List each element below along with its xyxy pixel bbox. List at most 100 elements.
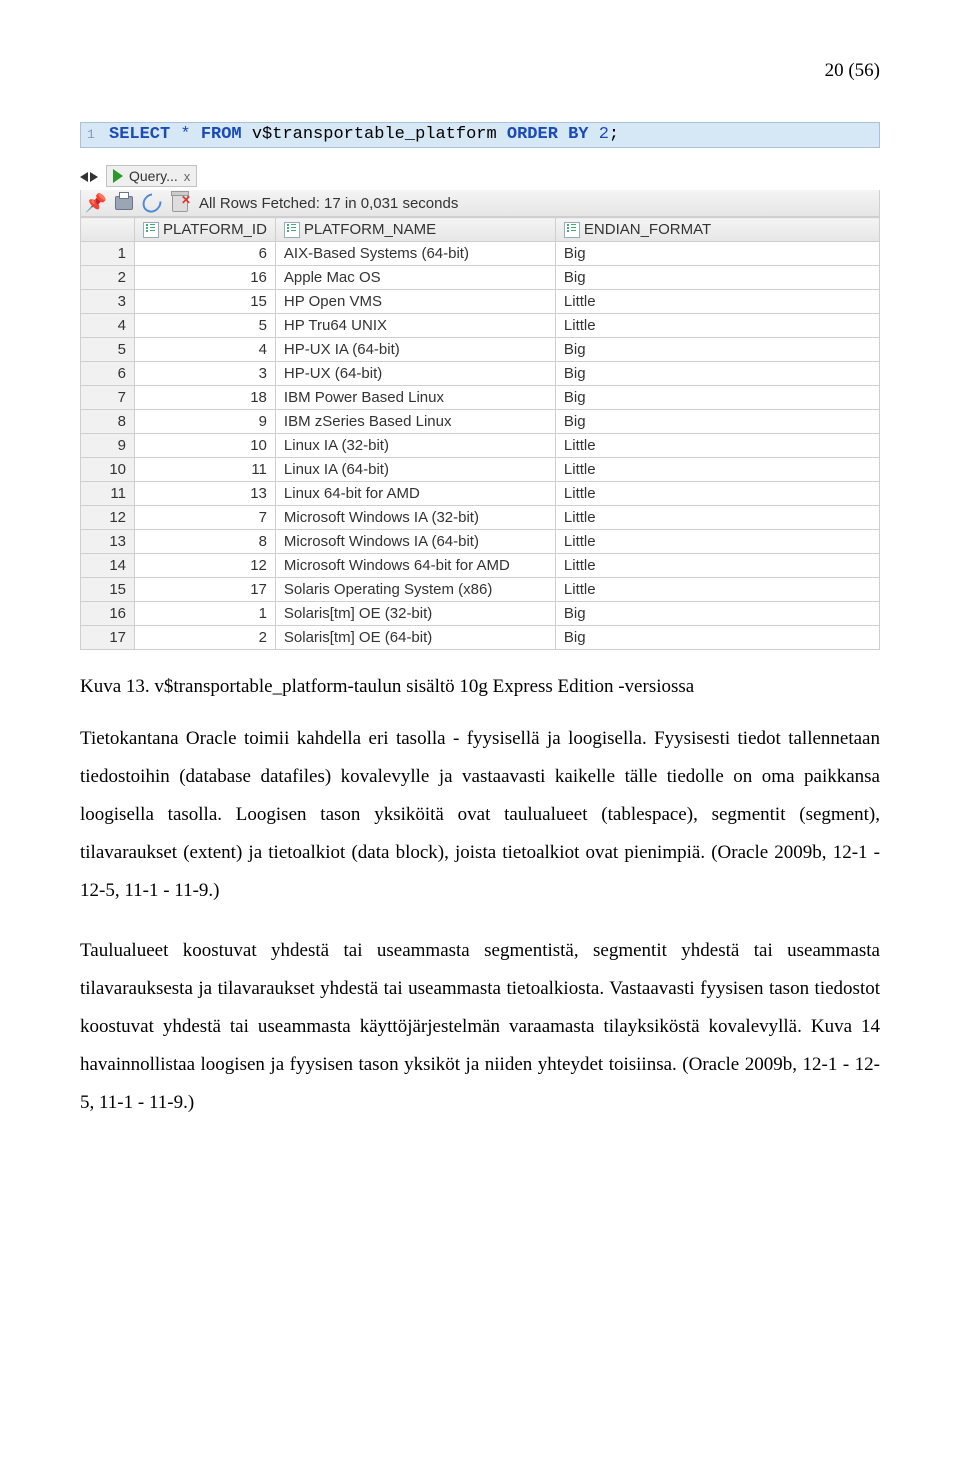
sql-number: 2 xyxy=(599,125,609,144)
cell-platform-id: 4 xyxy=(135,338,276,362)
table-row[interactable]: 1412Microsoft Windows 64-bit for AMDLitt… xyxy=(81,554,880,578)
results-table: PLATFORM_ID PLATFORM_NAME ENDIAN_FORMAT … xyxy=(80,217,880,650)
col-label: PLATFORM_NAME xyxy=(304,221,436,238)
table-header-row: PLATFORM_ID PLATFORM_NAME ENDIAN_FORMAT xyxy=(81,218,880,242)
cell-platform-name: AIX-Based Systems (64-bit) xyxy=(275,242,555,266)
table-row[interactable]: 315HP Open VMSLittle xyxy=(81,290,880,314)
close-icon[interactable]: x xyxy=(184,169,191,184)
cell-endian-format: Big xyxy=(555,362,879,386)
table-row[interactable]: 1011Linux IA (64-bit)Little xyxy=(81,458,880,482)
table-row[interactable]: 45HP Tru64 UNIXLittle xyxy=(81,314,880,338)
tab-label: Query... xyxy=(129,168,178,184)
sql-editor[interactable]: 1 SELECT * FROM v$transportable_platform… xyxy=(80,122,880,148)
table-row[interactable]: 1113Linux 64-bit for AMDLittle xyxy=(81,482,880,506)
clear-icon[interactable] xyxy=(171,194,189,212)
table-row[interactable]: 138Microsoft Windows IA (64-bit)Little xyxy=(81,530,880,554)
cell-rownum: 6 xyxy=(81,362,135,386)
col-label: ENDIAN_FORMAT xyxy=(584,221,711,238)
table-row[interactable]: 54HP-UX IA (64-bit)Big xyxy=(81,338,880,362)
cell-endian-format: Little xyxy=(555,434,879,458)
cell-platform-name: HP Tru64 UNIX xyxy=(275,314,555,338)
cell-rownum: 13 xyxy=(81,530,135,554)
table-row[interactable]: 172Solaris[tm] OE (64-bit)Big xyxy=(81,626,880,650)
cell-platform-id: 5 xyxy=(135,314,276,338)
table-row[interactable]: 127Microsoft Windows IA (32-bit)Little xyxy=(81,506,880,530)
cell-platform-id: 3 xyxy=(135,362,276,386)
cell-rownum: 16 xyxy=(81,602,135,626)
sort-icon xyxy=(564,222,580,238)
cell-rownum: 14 xyxy=(81,554,135,578)
status-text: All Rows Fetched: 17 in 0,031 seconds xyxy=(199,195,458,212)
cell-rownum: 5 xyxy=(81,338,135,362)
cell-platform-id: 1 xyxy=(135,602,276,626)
col-endian-format[interactable]: ENDIAN_FORMAT xyxy=(555,218,879,242)
refresh-icon[interactable] xyxy=(143,194,161,212)
cell-rownum: 9 xyxy=(81,434,135,458)
sql-semicolon: ; xyxy=(609,125,619,144)
cell-platform-id: 17 xyxy=(135,578,276,602)
cell-endian-format: Little xyxy=(555,290,879,314)
table-row[interactable]: 89IBM zSeries Based LinuxBig xyxy=(81,410,880,434)
cell-platform-id: 13 xyxy=(135,482,276,506)
cell-endian-format: Big xyxy=(555,602,879,626)
cell-rownum: 7 xyxy=(81,386,135,410)
sql-table: v$transportable_platform xyxy=(252,125,497,144)
cell-rownum: 1 xyxy=(81,242,135,266)
sql-star: * xyxy=(180,125,190,144)
cell-platform-name: Linux 64-bit for AMD xyxy=(275,482,555,506)
cell-platform-name: Microsoft Windows IA (32-bit) xyxy=(275,506,555,530)
tab-query[interactable]: Query... x xyxy=(106,165,197,187)
cell-platform-id: 8 xyxy=(135,530,276,554)
sql-keyword-by: BY xyxy=(568,125,588,144)
cell-platform-name: Apple Mac OS xyxy=(275,266,555,290)
pin-icon[interactable]: 📌 xyxy=(87,194,105,212)
cell-platform-name: Linux IA (32-bit) xyxy=(275,434,555,458)
cell-endian-format: Little xyxy=(555,530,879,554)
cell-platform-name: Microsoft Windows IA (64-bit) xyxy=(275,530,555,554)
gutter-arrows-icon xyxy=(80,170,100,182)
table-row[interactable]: 910Linux IA (32-bit)Little xyxy=(81,434,880,458)
col-platform-id[interactable]: PLATFORM_ID xyxy=(135,218,276,242)
cell-rownum: 12 xyxy=(81,506,135,530)
cell-rownum: 3 xyxy=(81,290,135,314)
cell-endian-format: Big xyxy=(555,242,879,266)
cell-platform-id: 15 xyxy=(135,290,276,314)
col-rownum[interactable] xyxy=(81,218,135,242)
cell-platform-name: Solaris[tm] OE (64-bit) xyxy=(275,626,555,650)
col-label: PLATFORM_ID xyxy=(163,221,267,238)
cell-rownum: 8 xyxy=(81,410,135,434)
cell-rownum: 17 xyxy=(81,626,135,650)
sql-keyword-select: SELECT xyxy=(109,125,170,144)
table-row[interactable]: 718IBM Power Based LinuxBig xyxy=(81,386,880,410)
print-icon[interactable] xyxy=(115,194,133,212)
cell-platform-id: 16 xyxy=(135,266,276,290)
table-row[interactable]: 16AIX-Based Systems (64-bit)Big xyxy=(81,242,880,266)
table-row[interactable]: 1517Solaris Operating System (x86)Little xyxy=(81,578,880,602)
cell-platform-name: Linux IA (64-bit) xyxy=(275,458,555,482)
cell-platform-id: 6 xyxy=(135,242,276,266)
cell-endian-format: Little xyxy=(555,458,879,482)
col-platform-name[interactable]: PLATFORM_NAME xyxy=(275,218,555,242)
cell-platform-name: Microsoft Windows 64-bit for AMD xyxy=(275,554,555,578)
cell-endian-format: Little xyxy=(555,482,879,506)
cell-platform-id: 9 xyxy=(135,410,276,434)
cell-endian-format: Little xyxy=(555,554,879,578)
play-icon xyxy=(113,169,123,183)
cell-platform-name: HP-UX IA (64-bit) xyxy=(275,338,555,362)
sql-keyword-order: ORDER xyxy=(507,125,558,144)
sort-icon xyxy=(284,222,300,238)
cell-endian-format: Big xyxy=(555,626,879,650)
table-row[interactable]: 63HP-UX (64-bit)Big xyxy=(81,362,880,386)
figure-caption: Kuva 13. v$transportable_platform-taulun… xyxy=(80,676,880,698)
table-row[interactable]: 216Apple Mac OSBig xyxy=(81,266,880,290)
cell-platform-id: 2 xyxy=(135,626,276,650)
table-row[interactable]: 161Solaris[tm] OE (32-bit)Big xyxy=(81,602,880,626)
cell-platform-name: Solaris Operating System (x86) xyxy=(275,578,555,602)
sql-keyword-from: FROM xyxy=(201,125,242,144)
sort-icon xyxy=(143,222,159,238)
cell-platform-id: 7 xyxy=(135,506,276,530)
cell-platform-name: HP Open VMS xyxy=(275,290,555,314)
cell-endian-format: Big xyxy=(555,386,879,410)
cell-endian-format: Little xyxy=(555,578,879,602)
cell-rownum: 15 xyxy=(81,578,135,602)
